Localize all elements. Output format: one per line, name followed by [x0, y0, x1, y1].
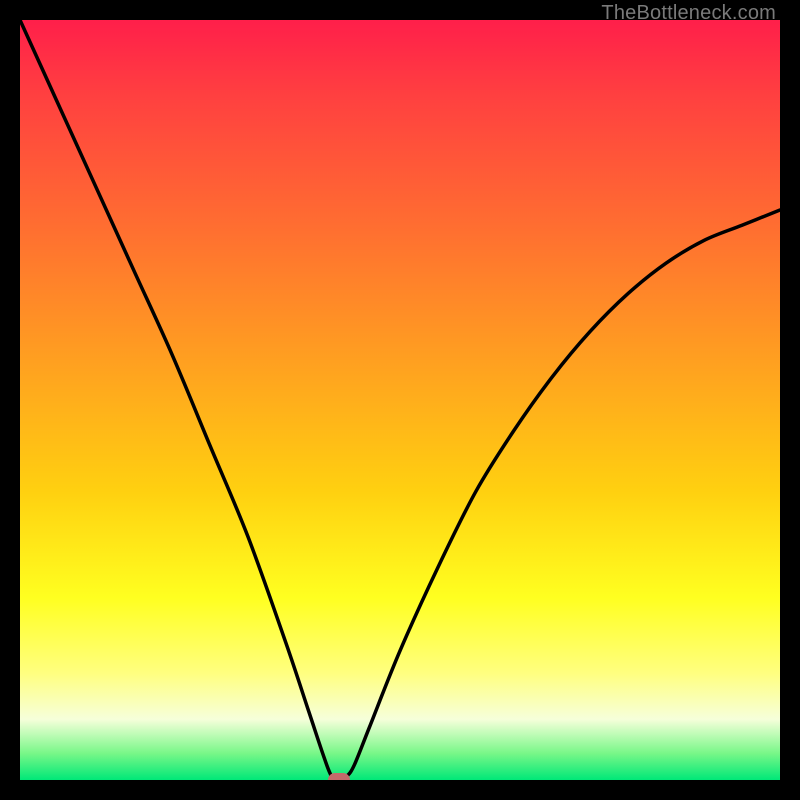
minimum-marker: [328, 773, 350, 780]
chart-frame: TheBottleneck.com: [0, 0, 800, 800]
bottleneck-curve: [20, 20, 780, 780]
plot-area: [20, 20, 780, 780]
